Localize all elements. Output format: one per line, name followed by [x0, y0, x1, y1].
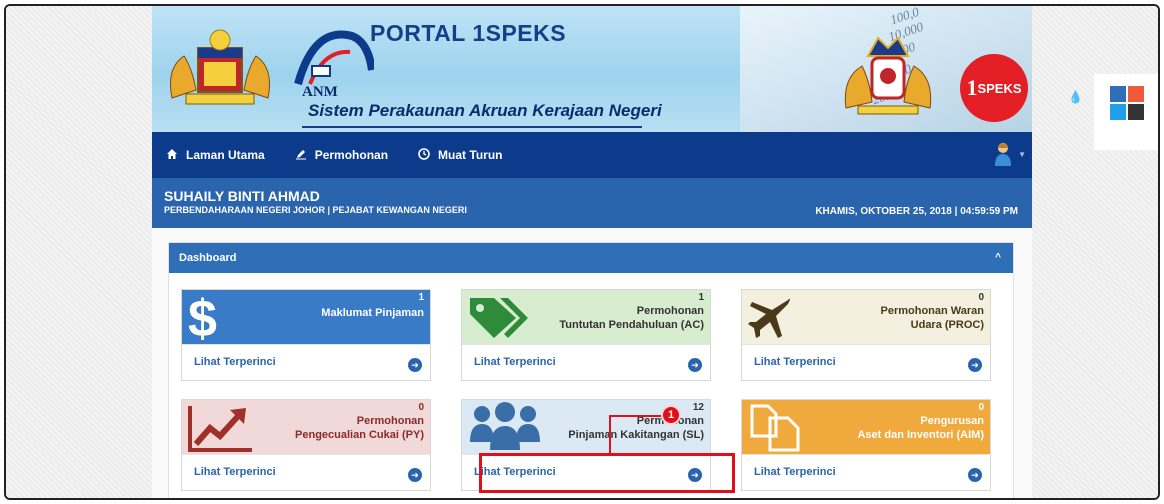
tile-waran-udara: 0 Permohonan Waran Udara (PROC) Lihat Te… — [741, 289, 991, 381]
arrow-right-icon[interactable]: ➜ — [408, 468, 422, 482]
tile-count: 12 — [692, 402, 704, 413]
tile-footer[interactable]: Lihat Terperinci ➜ — [182, 344, 430, 380]
user-info-bar: SUHAILY BINTI AHMAD PERBENDAHARAAN NEGER… — [152, 178, 1032, 228]
arrow-right-icon[interactable]: ➜ — [968, 358, 982, 372]
svg-text:$: $ — [188, 292, 217, 342]
dashboard-panel: Dashboard ^ $ 1 Maklumat Pinjaman Lihat … — [168, 242, 1014, 498]
theme-swatch-blue[interactable] — [1110, 86, 1126, 102]
tile-footer[interactable]: Lihat Terperinci ➜ — [462, 344, 710, 380]
portal-subtitle: Sistem Perakaunan Akruan Kerajaan Negeri — [308, 101, 662, 120]
tile-footer[interactable]: Lihat Terperinci ➜ — [742, 344, 990, 380]
view-details-link[interactable]: Lihat Terperinci — [194, 466, 276, 478]
annotation-line — [609, 415, 611, 455]
header-banner: ANM PORTAL 1SPEKS Sistem Perakaunan Akru… — [152, 6, 1032, 132]
dollar-icon: $ — [188, 292, 217, 342]
tile-count: 1 — [698, 292, 704, 303]
tile-label: Pengurusan Aset dan Inventori (AIM) — [857, 415, 984, 441]
tile-label: Permohonan Tuntutan Pendahuluan (AC) — [559, 305, 704, 331]
tile-label: Permohonan Pinjaman Kakitangan (SL) — [568, 415, 704, 441]
coat-of-arms-logo — [162, 28, 278, 119]
nav-label: Laman Utama — [186, 148, 265, 162]
tile-header: 0 Permohonan Pengecualian Cukai (PY) — [182, 400, 430, 454]
tile-label: Maklumat Pinjaman — [321, 307, 424, 319]
user-name: SUHAILY BINTI AHMAD — [164, 188, 320, 204]
portal-title: PORTAL 1SPEKS — [370, 20, 567, 46]
tile-footer[interactable]: Lihat Terperinci ➜ — [742, 454, 990, 490]
view-details-link[interactable]: Lihat Terperinci — [754, 356, 836, 368]
tile-header: $ 1 Maklumat Pinjaman — [182, 290, 430, 344]
annotation-marker: 1 — [661, 405, 681, 425]
annotation-line — [609, 415, 669, 417]
theme-swatch-lightblue[interactable] — [1110, 104, 1126, 120]
view-details-link[interactable]: Lihat Terperinci — [754, 466, 836, 478]
nav-laman-utama[interactable]: Laman Utama — [166, 148, 265, 163]
annotation-highlight-box — [479, 453, 735, 493]
tile-count: 0 — [418, 402, 424, 413]
tile-tuntutan-pendahuluan: 1 Permohonan Tuntutan Pendahuluan (AC) L… — [461, 289, 711, 381]
tile-label: Permohonan Waran Udara (PROC) — [880, 305, 985, 331]
arrow-right-icon[interactable]: ➜ — [408, 358, 422, 372]
user-icon[interactable] — [994, 142, 1012, 166]
browser-frame: ANM PORTAL 1SPEKS Sistem Perakaunan Akru… — [4, 4, 1160, 500]
current-datetime: KHAMIS, OKTOBER 25, 2018 | 04:59:59 PM — [815, 206, 1018, 217]
tile-header: 0 Permohonan Waran Udara (PROC) — [742, 290, 990, 344]
anm-logo-icon — [294, 30, 374, 86]
anm-label: ANM — [302, 84, 338, 100]
dashboard-title: Dashboard — [179, 252, 237, 264]
tile-header: 1 Permohonan Tuntutan Pendahuluan (AC) — [462, 290, 710, 344]
tile-maklumat-pinjaman: $ 1 Maklumat Pinjaman Lihat Terperinci ➜ — [181, 289, 431, 381]
dashboard-header: Dashboard ^ — [169, 243, 1013, 273]
tile-count: 0 — [978, 402, 984, 413]
plane-icon — [748, 298, 790, 338]
tile-footer[interactable]: Lihat Terperinci ➜ — [182, 454, 430, 490]
main-navbar: Laman Utama Permohonan Muat Turun ▼ — [152, 132, 1032, 178]
theme-swatch-red[interactable] — [1128, 86, 1144, 102]
johor-crest-logo — [844, 36, 932, 115]
nav-muat-turun[interactable]: Muat Turun — [418, 147, 503, 163]
tile-aset-inventori: 0 Pengurusan Aset dan Inventori (AIM) Li… — [741, 399, 991, 491]
home-icon — [166, 148, 178, 163]
tile-header: 0 Pengurusan Aset dan Inventori (AIM) — [742, 400, 990, 454]
subtitle-underline — [302, 126, 642, 128]
users-icon — [470, 402, 540, 450]
portal-page: ANM PORTAL 1SPEKS Sistem Perakaunan Akru… — [152, 6, 1032, 498]
theme-swatch-dark[interactable] — [1128, 104, 1144, 120]
arrow-right-icon[interactable]: ➜ — [688, 358, 702, 372]
theme-switcher — [1094, 74, 1158, 150]
drop-icon[interactable]: 💧 — [1068, 90, 1083, 104]
view-details-link[interactable]: Lihat Terperinci — [194, 356, 276, 368]
chart-up-icon — [188, 406, 252, 452]
1speks-logo: 1 SPEKS — [960, 54, 1028, 122]
nav-label: Permohonan — [314, 148, 389, 162]
copy-icon — [750, 404, 800, 452]
page-background-left — [6, 6, 152, 498]
nav-permohonan[interactable]: Permohonan — [295, 148, 388, 163]
nav-label: Muat Turun — [438, 148, 503, 162]
view-details-link[interactable]: Lihat Terperinci — [474, 356, 556, 368]
clock-icon — [418, 147, 430, 163]
tile-count: 1 — [418, 292, 424, 303]
edit-icon — [295, 148, 307, 163]
collapse-toggle-icon[interactable]: ^ — [995, 252, 1001, 263]
tile-label: Permohonan Pengecualian Cukai (PY) — [295, 415, 424, 441]
tag-icon — [470, 298, 528, 338]
arrow-right-icon[interactable]: ➜ — [968, 468, 982, 482]
tile-count: 0 — [978, 292, 984, 303]
chevron-down-icon[interactable]: ▼ — [1018, 150, 1026, 159]
tile-pengecualian-cukai: 0 Permohonan Pengecualian Cukai (PY) Lih… — [181, 399, 431, 491]
